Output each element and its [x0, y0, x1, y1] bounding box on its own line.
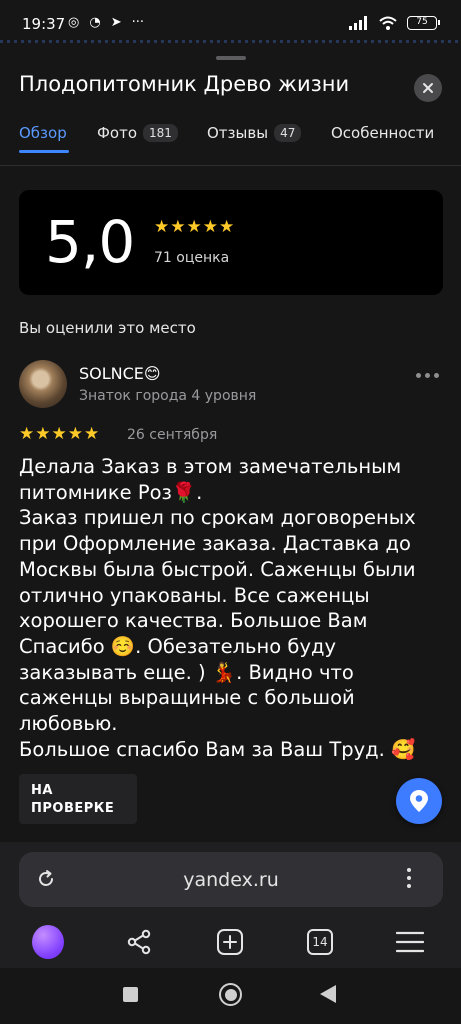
rating-count: 71 оценка: [154, 250, 230, 266]
avatar[interactable]: [19, 360, 67, 408]
map-button[interactable]: [396, 778, 442, 824]
status-notification-icons: ◎ ◔ ➤ ···: [68, 16, 144, 30]
star-icon: ★: [154, 217, 170, 237]
rating-card[interactable]: 5,0 ★ ★ ★ ★ ★ 71 оценка: [19, 190, 443, 295]
tab-label: Обзор: [19, 124, 67, 142]
star-icon: ★: [170, 217, 186, 237]
tabs-button[interactable]: 14: [304, 926, 336, 958]
menu-icon: [396, 931, 424, 953]
rss-icon: ◔: [89, 15, 101, 30]
share-icon: [127, 929, 151, 955]
address-bar[interactable]: yandex.ru: [19, 852, 443, 907]
review-date: 26 сентября: [127, 427, 218, 443]
review-text: Делала Заказ в этом замечательным питомн…: [19, 455, 416, 761]
status-system-icons: 75: [349, 16, 440, 30]
tab-overview[interactable]: Обзор: [19, 124, 67, 142]
author-level: Знаток города 4 уровня: [79, 388, 257, 404]
section-heading: Вы оценили это место: [19, 319, 196, 337]
map-pin-icon: [410, 790, 428, 812]
tab-bar: Обзор Фото 181 Отзывы 47 Особенности: [0, 120, 461, 166]
close-icon: [423, 83, 433, 93]
tab-count: 47: [274, 124, 302, 142]
recents-button[interactable]: [123, 987, 138, 1002]
signal-icon: [349, 16, 367, 30]
system-nav-bar: [0, 968, 461, 1024]
review-author[interactable]: SOLNCE😊: [79, 364, 161, 383]
tab-count: 181: [143, 124, 178, 142]
status-badge: НА ПРОВЕРКЕ: [19, 774, 137, 824]
new-tab-button[interactable]: [214, 926, 246, 958]
rating-stars: ★ ★ ★ ★ ★: [154, 219, 234, 236]
browser-bar: yandex.ru 14: [0, 842, 461, 968]
page-title: Плодопитомник Древо жизни: [19, 72, 350, 96]
wifi-icon: [379, 16, 397, 30]
star-icon: ★: [19, 424, 35, 444]
alice-icon: [32, 925, 64, 959]
star-icon: ★: [35, 424, 51, 444]
star-icon: ★: [67, 424, 83, 444]
menu-button[interactable]: [394, 926, 426, 958]
tab-reviews[interactable]: Отзывы 47: [207, 124, 302, 142]
more-options-button[interactable]: [416, 373, 439, 378]
plus-icon: [217, 929, 243, 955]
sheet-grabber[interactable]: [216, 56, 246, 60]
star-icon: ★: [84, 424, 100, 444]
review-stars: ★ ★ ★ ★ ★: [19, 426, 99, 443]
telegram-icon: ➤: [110, 15, 122, 30]
star-icon: ★: [202, 217, 218, 237]
browser-toolbar: 14: [0, 922, 461, 962]
status-bar: 19:37 ◎ ◔ ➤ ··· 75: [0, 0, 461, 50]
rating-value: 5,0: [45, 208, 135, 276]
more-icon: [416, 373, 421, 378]
tab-photos[interactable]: Фото 181: [97, 124, 178, 142]
back-button[interactable]: [320, 985, 336, 1003]
status-time: 19:37: [22, 15, 66, 33]
instagram-icon: ◎: [68, 15, 80, 30]
active-tab-indicator: [19, 150, 69, 153]
close-button[interactable]: [414, 74, 442, 102]
kebab-icon: [407, 868, 411, 872]
home-button[interactable]: [219, 983, 242, 1006]
browser-menu-button[interactable]: [407, 868, 411, 888]
star-icon: ★: [51, 424, 67, 444]
url-text: yandex.ru: [183, 869, 279, 891]
divider: [0, 40, 461, 43]
tab-label: Отзывы: [207, 124, 269, 142]
more-notifications-icon: ···: [131, 15, 144, 30]
tab-label: Особенности: [331, 124, 435, 142]
tab-label: Фото: [97, 124, 138, 142]
tabs-count: 14: [307, 929, 333, 955]
star-icon: ★: [186, 217, 202, 237]
battery-indicator: 75: [407, 16, 440, 30]
tab-features[interactable]: Особенности: [331, 124, 434, 142]
star-icon: ★: [219, 217, 235, 237]
alice-button[interactable]: [32, 925, 64, 959]
share-button[interactable]: [123, 926, 155, 958]
